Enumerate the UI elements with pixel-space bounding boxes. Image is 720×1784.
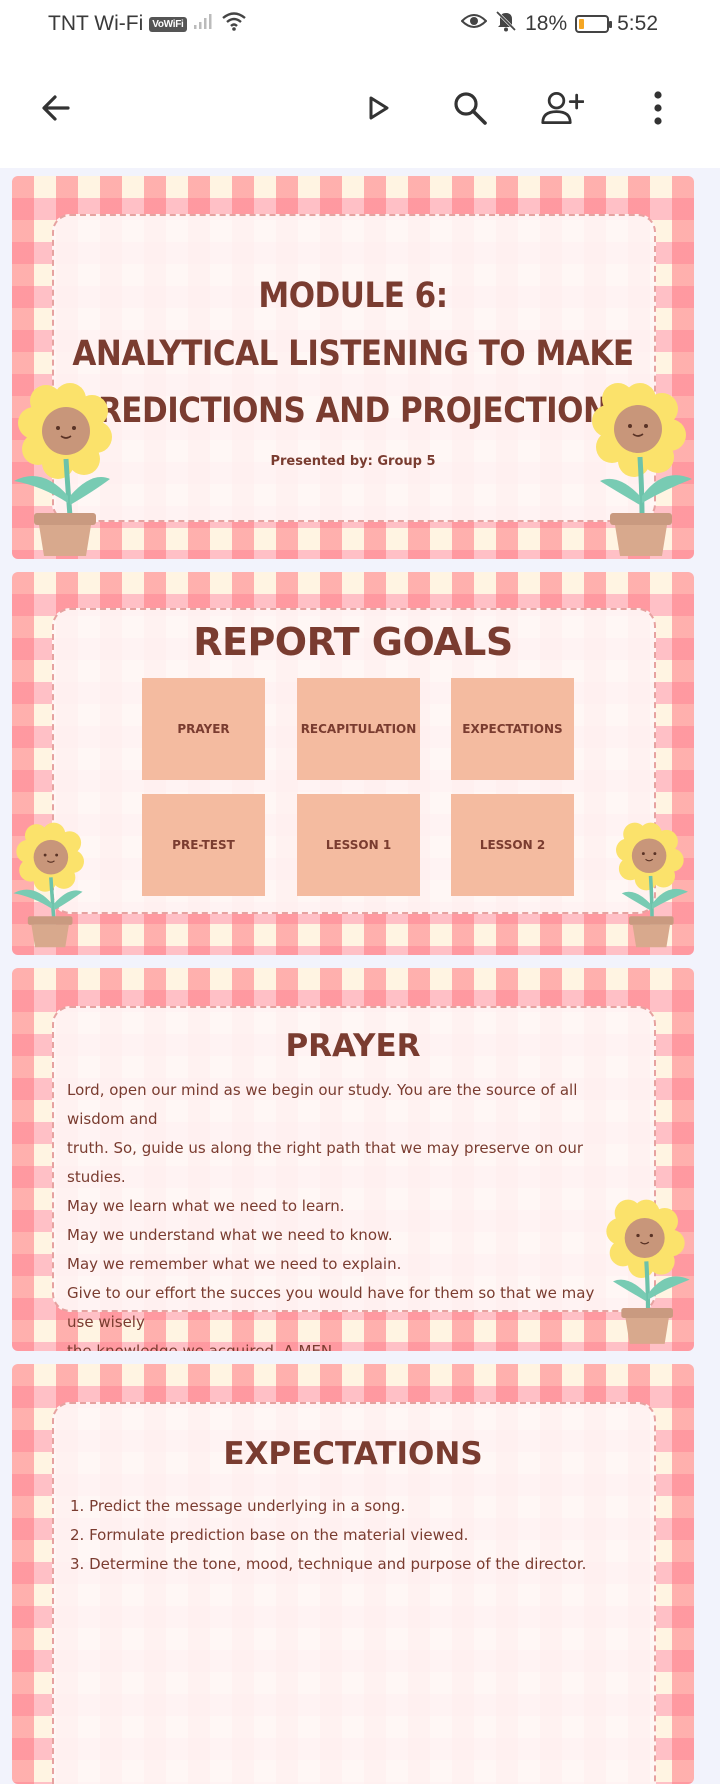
goal-box-pre-test: PRE-TEST (142, 794, 265, 896)
slide-title-line-1: MODULE 6: (258, 275, 448, 317)
goal-box-prayer: PRAYER (142, 678, 265, 780)
prayer-line: May we understand what we need to know. (67, 1226, 393, 1244)
battery-fill (579, 19, 585, 29)
app-bar (0, 46, 720, 168)
prayer-line: May we remember what we need to explain. (67, 1255, 402, 1273)
more-vertical-icon[interactable] (636, 86, 680, 130)
search-icon[interactable] (448, 86, 492, 130)
mute-bell-icon (495, 10, 517, 38)
list-item: 2. Formulate prediction base on the mate… (70, 1526, 469, 1544)
sunflower-pot-icon (13, 822, 84, 948)
prayer-line: Lord, open our mind as we begin our stud… (67, 1081, 578, 1128)
battery-icon (575, 15, 613, 33)
sunflower-pot-icon (606, 1199, 690, 1344)
slide-prayer[interactable]: PRAYER Lord, open our mind as we begin o… (12, 968, 694, 1351)
prayer-line: May we learn what we need to learn. (67, 1197, 345, 1215)
list-item: 3. Determine the tone, mood, technique a… (70, 1555, 587, 1573)
prayer-text: Lord, open our mind as we begin our stud… (67, 1076, 604, 1351)
prayer-line: the knowledge we acquired. A MEN. (67, 1342, 337, 1351)
goal-box-expectations: EXPECTATIONS (451, 678, 574, 780)
clock: 5:52 (617, 12, 658, 35)
slide-heading: PRAYER (285, 1028, 421, 1064)
carrier-label: TNT Wi-Fi (48, 12, 144, 35)
slide-expectations[interactable]: EXPECTATIONS 1. Predict the message unde… (12, 1364, 694, 1784)
eye-icon (460, 12, 488, 36)
expectations-list: 1. Predict the message underlying in a s… (70, 1492, 634, 1579)
slide-report-goals[interactable]: REPORT GOALS PRAYER RECAPITULATION EXPEC… (12, 572, 694, 955)
sunflower-pot-icon (616, 822, 688, 948)
battery-percent: 18% (525, 12, 568, 35)
add-person-icon[interactable] (540, 86, 584, 130)
sunflower-pot-icon (14, 383, 112, 556)
vowifi-badge: VoWiFi (149, 16, 187, 32)
slides-list[interactable]: MODULE 6: ANALYTICAL LISTENING TO MAKE P… (0, 168, 720, 1784)
signal-icon (193, 12, 215, 36)
slide-title[interactable]: MODULE 6: ANALYTICAL LISTENING TO MAKE P… (12, 176, 694, 559)
prayer-line: truth. So, guide us along the right path… (67, 1139, 584, 1186)
slide-title-line-2: ANALYTICAL LISTENING TO MAKE (72, 333, 634, 375)
list-item: 1. Predict the message underlying in a s… (70, 1497, 406, 1515)
status-bar: TNT Wi-Fi VoWiFi 18% 5:52 (0, 0, 720, 46)
play-icon[interactable] (356, 86, 400, 130)
wifi-icon (221, 11, 247, 37)
goal-box-lesson-1: LESSON 1 (297, 794, 420, 896)
slide-heading: EXPECTATIONS (223, 1436, 483, 1472)
goal-box-lesson-2: LESSON 2 (451, 794, 574, 896)
sunflower-pot-icon (592, 383, 692, 556)
prayer-line: Give to our effort the succes you would … (67, 1284, 595, 1331)
goal-box-recapitulation: RECAPITULATION (297, 678, 420, 780)
slide-heading: REPORT GOALS (193, 620, 513, 664)
back-arrow-icon[interactable] (34, 86, 78, 130)
